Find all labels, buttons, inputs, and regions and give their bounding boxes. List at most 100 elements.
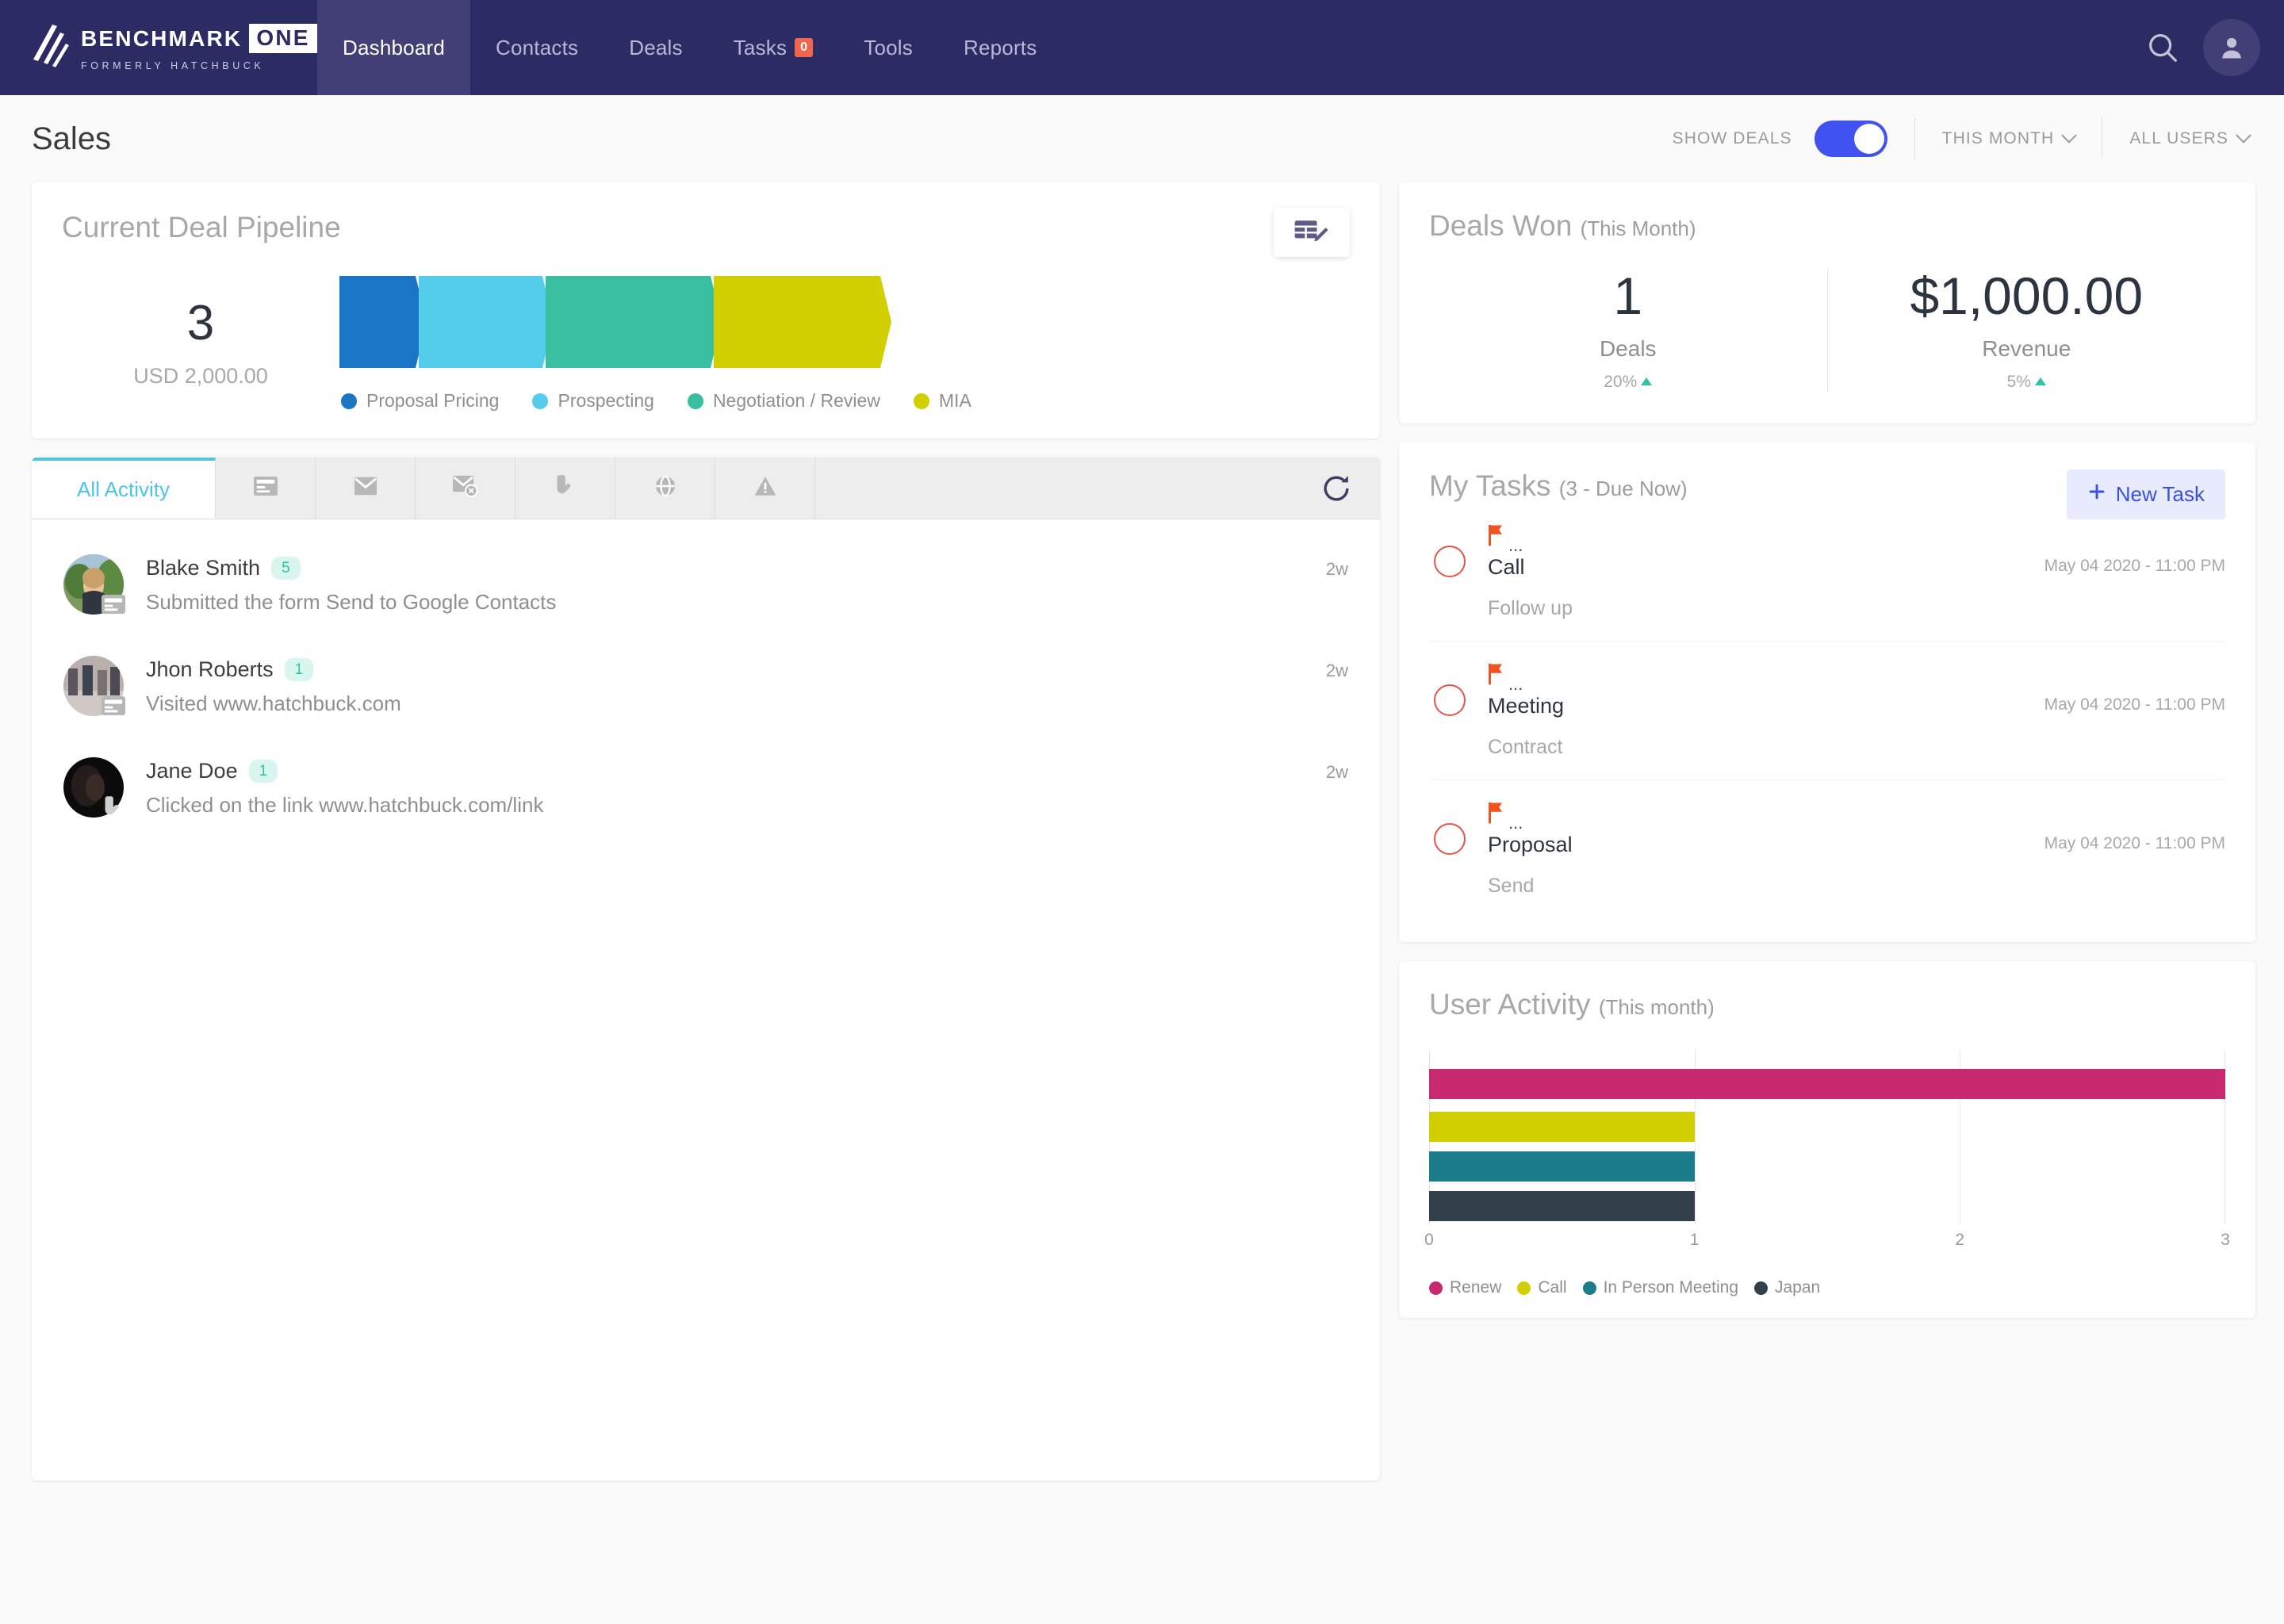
nav-item-deals[interactable]: Deals xyxy=(604,0,707,95)
activity-description: Visited www.hatchbuck.com xyxy=(146,691,401,715)
dashboard-columns: Current Deal Pipeline 3 USD 2,000.00 Pro… xyxy=(0,182,2284,1480)
email-bounced-icon xyxy=(452,475,478,501)
pipeline-total-amount: USD 2,000.00 xyxy=(133,364,268,388)
trend-up-icon xyxy=(1641,377,1653,385)
brand-tagline: FORMERLY HATCHBUCK xyxy=(81,60,265,71)
legend-item-in-person-meeting: In Person Meeting xyxy=(1582,1278,1738,1297)
legend-item-proposal-pricing: Proposal Pricing xyxy=(341,390,499,412)
nav-item-tools[interactable]: Tools xyxy=(838,0,938,95)
my-tasks-subtitle: (3 - Due Now) xyxy=(1558,477,1688,500)
nav-item-reports[interactable]: Reports xyxy=(938,0,1062,95)
bar-call xyxy=(1429,1112,1695,1142)
chevron-down-icon xyxy=(2236,127,2251,144)
activity-contact-name[interactable]: Jhon Roberts xyxy=(146,657,274,682)
pipeline-legend: Proposal Pricing Prospecting Negotiation… xyxy=(339,390,1350,412)
activity-contact-name[interactable]: Jane Doe xyxy=(146,759,238,783)
task-complete-checkbox[interactable] xyxy=(1434,823,1466,855)
deals-won-revenue-value: $1,000.00 xyxy=(1910,266,2144,325)
form-submission-icon xyxy=(100,694,127,718)
header-divider-1 xyxy=(1914,118,1915,159)
deals-won-title: Deals Won (This Month) xyxy=(1429,209,2225,243)
legend-label-call: Call xyxy=(1538,1278,1567,1297)
click-hand-icon xyxy=(100,795,127,819)
legend-dot-icon xyxy=(341,393,357,409)
tab-form-submissions[interactable] xyxy=(216,458,316,519)
bar-in-person-meeting xyxy=(1429,1151,1695,1182)
tab-alerts[interactable] xyxy=(715,458,815,519)
activity-timestamp: 2w xyxy=(1325,661,1348,680)
legend-label-negotiation-review: Negotiation / Review xyxy=(712,390,880,411)
tab-web-visits[interactable] xyxy=(615,458,715,519)
activity-description: Submitted the form Send to Google Contac… xyxy=(146,590,557,614)
legend-dot-icon xyxy=(1582,1281,1596,1295)
primary-nav-links: Dashboard Contacts Deals Tasks 0 Tools R… xyxy=(317,0,1062,95)
my-tasks-title-text: My Tasks xyxy=(1429,469,1551,502)
nav-label-deals: Deals xyxy=(629,35,683,59)
brand-name: BENCHMARK xyxy=(81,25,243,51)
brand-logo[interactable]: BENCHMARK ONE FORMERLY HATCHBUCK xyxy=(0,0,317,95)
pipeline-body: 3 USD 2,000.00 Proposal Pricing Prospect… xyxy=(62,276,1350,412)
warning-triangle-icon xyxy=(754,476,776,500)
nav-right-actions xyxy=(2144,0,2260,95)
users-dropdown[interactable]: ALL USERS xyxy=(2129,127,2251,148)
task-flag-icon xyxy=(1488,524,1505,550)
nav-item-contacts[interactable]: Contacts xyxy=(470,0,604,95)
task-flag-icon xyxy=(1488,802,1505,828)
show-deals-toggle[interactable] xyxy=(1814,121,1887,157)
legend-dot-icon xyxy=(1429,1281,1443,1295)
edit-pipeline-icon[interactable] xyxy=(1274,208,1350,257)
legend-dot-icon xyxy=(532,393,549,409)
user-activity-title-text: User Activity xyxy=(1429,988,1591,1021)
header-controls: SHOW DEALS THIS MONTH ALL USERS xyxy=(1673,118,2251,159)
nav-item-dashboard[interactable]: Dashboard xyxy=(317,0,470,95)
deals-won-title-text: Deals Won xyxy=(1429,209,1573,242)
avatar xyxy=(63,554,125,615)
nav-label-tasks: Tasks xyxy=(733,35,788,59)
activity-row[interactable]: Jhon Roberts 1 Visited www.hatchbuck.com… xyxy=(63,638,1348,740)
pipeline-stage-proposal-pricing[interactable] xyxy=(339,276,427,368)
avatar xyxy=(63,757,124,818)
pipeline-stage-prospecting[interactable] xyxy=(419,276,554,368)
activity-timestamp: 2w xyxy=(1325,559,1348,579)
tab-emails[interactable] xyxy=(316,458,416,519)
activity-contact-name[interactable]: Blake Smith xyxy=(146,556,260,580)
task-row[interactable]: ... Meeting Contract May 04 2020 - 11:00… xyxy=(1429,642,2225,780)
bar-japan xyxy=(1429,1191,1695,1221)
legend-item-negotiation-review: Negotiation / Review xyxy=(687,390,880,412)
period-dropdown[interactable]: THIS MONTH xyxy=(1941,127,2078,148)
tab-link-clicks[interactable] xyxy=(515,458,615,519)
tab-all-activity[interactable]: All Activity xyxy=(32,458,216,519)
refresh-icon[interactable] xyxy=(1321,473,1351,504)
pipeline-stage-mia[interactable] xyxy=(714,276,891,368)
toggle-knob xyxy=(1853,124,1884,154)
task-row[interactable]: ... Call Follow up May 04 2020 - 11:00 P… xyxy=(1429,503,2225,642)
legend-label-japan: Japan xyxy=(1775,1278,1821,1297)
deals-won-deals-delta: 20% xyxy=(1429,373,1827,392)
pipeline-summary: 3 USD 2,000.00 xyxy=(62,299,339,389)
task-row[interactable]: ... Proposal Send May 04 2020 - 11:00 PM xyxy=(1429,780,2225,918)
activity-list: Blake Smith 5 Submitted the form Send to… xyxy=(32,519,1380,841)
user-avatar-icon[interactable] xyxy=(2203,19,2260,76)
activity-content: Jane Doe 1 Clicked on the link www.hatch… xyxy=(146,757,1326,818)
activity-row[interactable]: Blake Smith 5 Submitted the form Send to… xyxy=(63,537,1348,638)
pipeline-stage-negotiation-review[interactable] xyxy=(546,276,722,368)
deals-won-revenue-stat: $1,000.00 Revenue 5% xyxy=(1828,270,2226,392)
tab-bounced-emails[interactable] xyxy=(416,458,515,519)
tasks-count-badge: 0 xyxy=(795,38,814,57)
task-complete-checkbox[interactable] xyxy=(1434,546,1466,577)
task-flag-icon xyxy=(1488,663,1505,689)
nav-item-tasks[interactable]: Tasks 0 xyxy=(708,0,839,95)
deals-won-revenue-label: Revenue xyxy=(1982,336,2071,361)
task-complete-checkbox[interactable] xyxy=(1434,684,1466,716)
pipeline-funnel-chart: Proposal Pricing Prospecting Negotiation… xyxy=(339,276,1350,412)
task-title: Proposal xyxy=(1488,833,1573,856)
legend-dot-icon xyxy=(1754,1281,1768,1295)
legend-label-prospecting: Prospecting xyxy=(558,390,654,411)
pipeline-deal-count: 3 xyxy=(186,296,215,350)
bar-renew xyxy=(1429,1069,2225,1099)
user-activity-card: User Activity (This month) 0 1 2 3 Renew… xyxy=(1399,961,2255,1318)
search-icon[interactable] xyxy=(2144,29,2181,66)
period-dropdown-label: THIS MONTH xyxy=(1941,129,2055,147)
globe-visit-icon xyxy=(654,475,676,501)
activity-row[interactable]: Jane Doe 1 Clicked on the link www.hatch… xyxy=(63,740,1348,841)
